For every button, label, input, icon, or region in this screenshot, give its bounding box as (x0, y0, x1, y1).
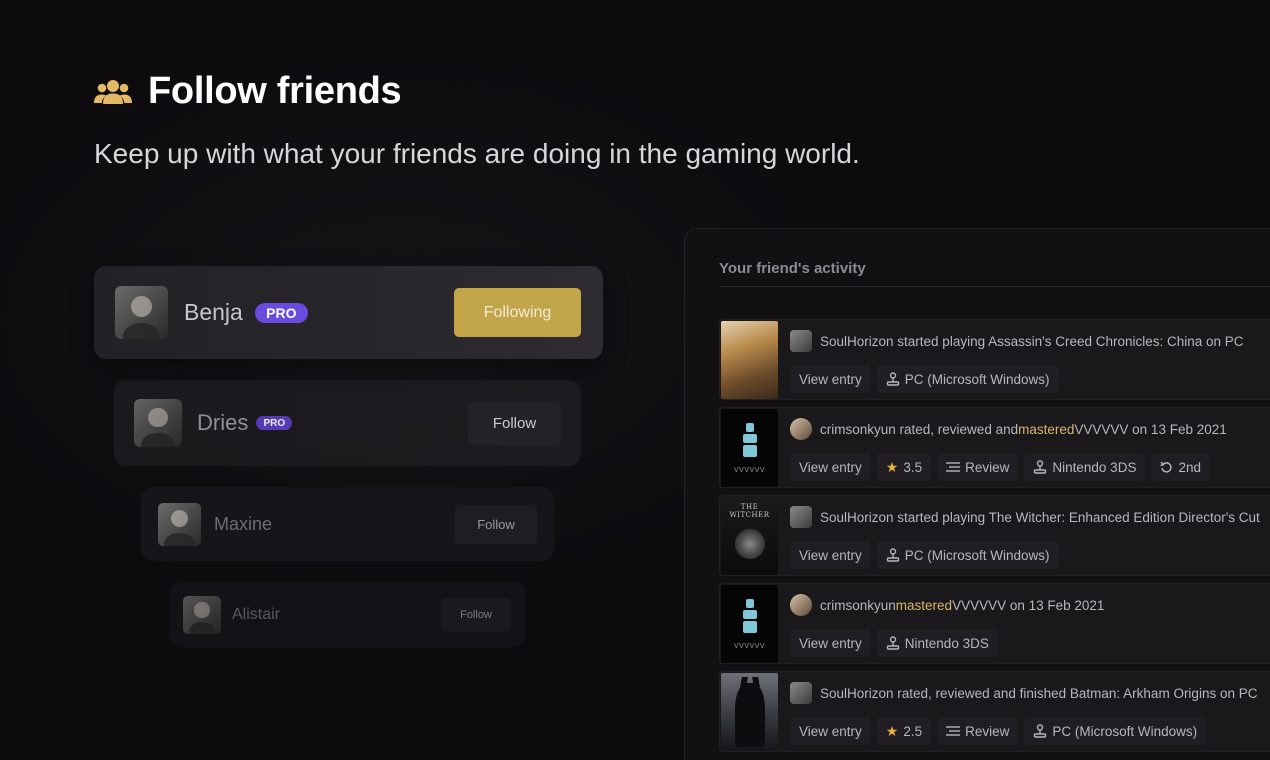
view-entry-button[interactable]: View entry (790, 717, 871, 745)
friend-activity-panel: Your friend's activity SoulHorizon start… (684, 228, 1270, 760)
review-chip[interactable]: Review (937, 453, 1019, 481)
pro-badge: PRO (254, 302, 308, 323)
mastered-highlight: mastered (895, 597, 953, 613)
view-entry-button[interactable]: View entry (790, 453, 871, 481)
star-icon: ★ (885, 458, 899, 475)
platform-chip: PC (Microsoft Windows) (876, 541, 1059, 569)
activity-entry: VVVVVV crimsonkyun rated, reviewed and m… (719, 407, 1270, 488)
friend-card-maxine: Maxine Follow (141, 487, 554, 561)
activity-list: SoulHorizon started playing Assassin's C… (719, 319, 1270, 759)
batman-arkham-origins-cover[interactable] (721, 673, 778, 751)
platform-chip: PC (Microsoft Windows) (876, 365, 1059, 393)
user-avatar[interactable] (790, 330, 812, 352)
joystick-icon (886, 372, 900, 386)
page: Follow friends Keep up with what your fr… (0, 0, 1270, 760)
cover-caption: VVVVVV (733, 642, 765, 650)
users-icon (94, 77, 132, 107)
avatar (158, 502, 201, 546)
user-avatar[interactable] (790, 594, 812, 616)
follow-button[interactable]: Follow (455, 504, 537, 544)
activity-text: crimsonkyun mastered VVVVVV on 13 Feb 20… (790, 594, 1104, 616)
friend-card-benja: Benja PRO Following (94, 266, 603, 359)
view-entry-button[interactable]: View entry (790, 629, 871, 657)
replay-icon (1160, 461, 1173, 474)
entry-actions: View entry PC (Microsoft Windows) (790, 541, 1059, 569)
user-avatar[interactable] (790, 506, 812, 528)
activity-entry: SoulHorizon started playing Assassin's C… (719, 319, 1270, 400)
hero-heading: Follow friends (94, 70, 402, 113)
avatar (134, 399, 182, 447)
review-chip[interactable]: Review (937, 717, 1019, 745)
divider (719, 286, 1270, 287)
entry-actions: View entry ★ 2.5 Review PC (Microsoft Wi… (790, 717, 1207, 745)
vvvvvv-logo (742, 422, 757, 457)
follow-button[interactable]: Follow (441, 597, 511, 632)
follow-button[interactable]: Follow (468, 401, 561, 445)
vvvvvv-cover[interactable]: VVVVVV (721, 409, 778, 487)
page-subtitle: Keep up with what your friends are doing… (94, 138, 860, 169)
rating-chip: ★ 3.5 (876, 453, 932, 481)
following-button[interactable]: Following (454, 288, 581, 337)
friend-name: Maxine (214, 513, 273, 534)
activity-text: crimsonkyun rated, reviewed and mastered… (790, 418, 1227, 440)
batman-figure-icon (735, 683, 765, 747)
friend-name: Dries (197, 410, 249, 435)
friend-name: Benja (184, 299, 243, 325)
vvvvvv-cover[interactable]: VVVVVV (721, 585, 778, 663)
entry-actions: View entry ★ 3.5 Review Nintendo 3DS 2nd (790, 453, 1210, 481)
activity-entry: SoulHorizon rated, reviewed and finished… (719, 671, 1270, 752)
joystick-icon (1033, 724, 1047, 738)
joystick-icon (886, 548, 900, 562)
avatar (115, 286, 168, 339)
platform-chip: Nintendo 3DS (876, 629, 998, 657)
activity-entry: VVVVVV crimsonkyun mastered VVVVVV on 13… (719, 583, 1270, 664)
platform-chip: PC (Microsoft Windows) (1024, 717, 1207, 745)
entry-actions: View entry PC (Microsoft Windows) (790, 365, 1059, 393)
review-lines-icon (946, 461, 961, 473)
assassins-creed-cover[interactable] (721, 321, 778, 399)
joystick-icon (886, 636, 900, 650)
user-avatar[interactable] (790, 418, 812, 440)
mastered-highlight: mastered (1018, 421, 1075, 437)
star-icon: ★ (885, 722, 899, 739)
review-lines-icon (946, 725, 961, 737)
view-entry-button[interactable]: View entry (790, 541, 871, 569)
user-avatar[interactable] (790, 682, 812, 704)
friend-name: Alistair (232, 605, 281, 623)
panel-title: Your friend's activity (719, 260, 866, 277)
activity-text: SoulHorizon started playing Assassin's C… (790, 330, 1244, 352)
pro-badge: PRO (256, 416, 293, 430)
friend-card-alistair: Alistair Follow (169, 582, 526, 647)
avatar (183, 595, 221, 634)
activity-text: SoulHorizon rated, reviewed and finished… (790, 682, 1257, 704)
view-entry-button[interactable]: View entry (790, 365, 871, 393)
friend-card-dries: Dries PRO Follow (114, 380, 581, 466)
activity-entry: THE WITCHER SoulHorizon started playing … (719, 495, 1270, 576)
joystick-icon (1033, 460, 1047, 474)
replay-chip: 2nd (1151, 453, 1210, 481)
cover-caption: THE WITCHER (729, 503, 770, 519)
witcher-cover[interactable]: THE WITCHER (721, 497, 778, 575)
platform-chip: Nintendo 3DS (1024, 453, 1146, 481)
cover-caption: VVVVVV (733, 466, 765, 474)
wolf-medallion-icon (734, 529, 765, 559)
page-title: Follow friends (148, 70, 402, 112)
activity-text: SoulHorizon started playing The Witcher:… (790, 506, 1260, 528)
entry-actions: View entry Nintendo 3DS (790, 629, 998, 657)
rating-chip: ★ 2.5 (876, 717, 932, 745)
vvvvvv-logo (742, 598, 757, 633)
